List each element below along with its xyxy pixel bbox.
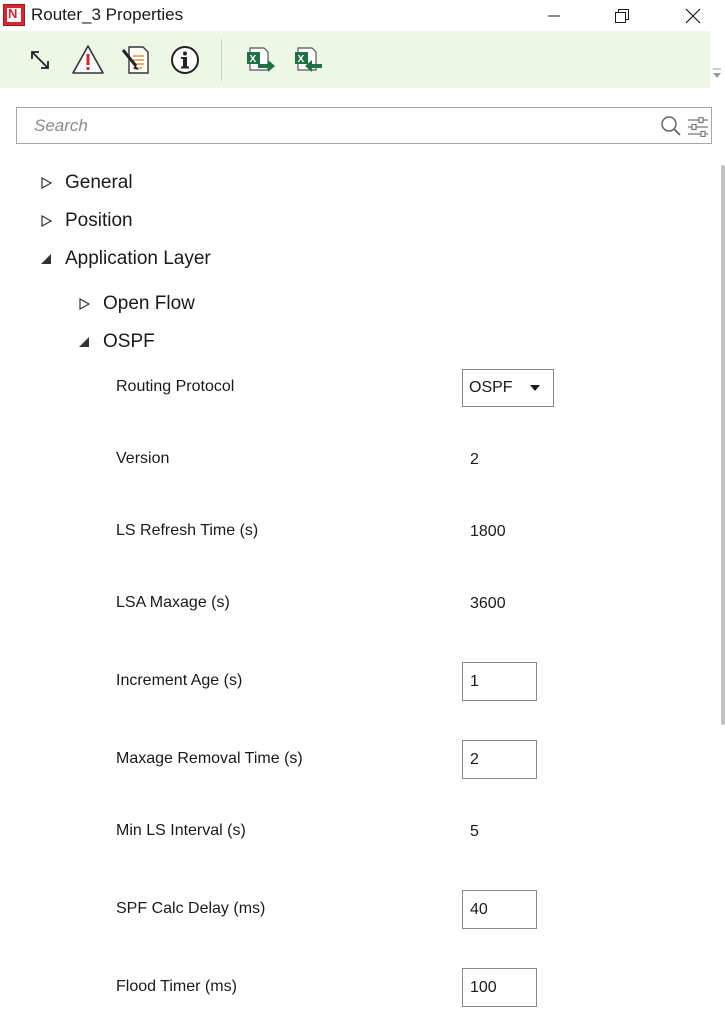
tree-node-application-layer[interactable]: Application Layer [39,246,211,272]
lsa-maxage-label: LSA Maxage (s) [116,594,230,611]
dropdown-arrow-icon [530,385,540,391]
maxage-removal-time-label: Maxage Removal Time (s) [116,750,303,767]
flood-timer-label: Flood Timer (ms) [116,978,237,995]
lsa-maxage-value: 3600 [470,595,506,612]
info-button[interactable] [165,40,205,80]
app-logo-icon: N [3,4,25,26]
search-input[interactable] [17,108,647,143]
maxage-removal-time-input[interactable] [462,740,537,779]
restore-button[interactable] [599,0,645,31]
excel-export-icon: X [247,47,275,72]
svg-text:X: X [298,54,305,65]
version-value: 2 [470,451,479,468]
warning-icon [72,45,104,74]
expand-arrow-icon[interactable] [39,176,53,190]
info-icon [171,46,199,74]
flood-timer-input[interactable] [462,968,537,1007]
tree-label: Application Layer [65,248,211,269]
routing-protocol-label: Routing Protocol [116,378,235,395]
expand-collapse-button[interactable] [20,40,60,80]
vertical-scrollbar-thumb[interactable] [721,165,725,725]
tree-label: OSPF [103,331,155,352]
routing-protocol-select[interactable]: OSPF [462,369,554,407]
spf-calc-delay-label: SPF Calc Delay (ms) [116,900,266,917]
tree-node-general[interactable]: General [39,170,133,196]
expand-collapse-icon [31,51,49,69]
version-label: Version [116,450,170,467]
close-icon [685,8,701,23]
tree-label: Open Flow [103,293,195,314]
svg-text:X: X [250,54,257,65]
close-button[interactable] [670,0,716,31]
toolbar-overflow[interactable] [710,31,725,88]
warning-button[interactable] [68,40,108,80]
toolbar: X X [0,31,710,88]
edit-document-icon [121,46,149,74]
increment-age-input[interactable] [462,662,537,701]
tree-label: General [65,172,133,193]
search-icon[interactable] [660,115,682,142]
excel-import-icon: X [295,47,322,72]
excel-import-button[interactable]: X [288,40,328,80]
tree-node-ospf[interactable]: OSPF [77,329,155,355]
minimize-button[interactable] [531,0,577,31]
app-logo-letter: N [8,6,18,21]
collapse-arrow-icon[interactable] [39,252,53,266]
tree-label: Position [65,210,133,231]
tree-node-position[interactable]: Position [39,208,133,234]
search-box [16,107,712,144]
tree-node-open-flow[interactable]: Open Flow [77,291,195,317]
min-ls-interval-value: 5 [470,823,479,840]
ls-refresh-time-label: LS Refresh Time (s) [116,522,259,539]
filter-settings-icon[interactable] [687,116,709,142]
excel-export-button[interactable]: X [240,40,280,80]
expand-arrow-icon[interactable] [39,214,53,228]
minimize-icon [548,15,560,16]
collapse-arrow-icon[interactable] [77,335,91,349]
edit-document-button[interactable] [116,40,156,80]
increment-age-label: Increment Age (s) [116,672,243,689]
restore-icon [615,8,629,23]
routing-protocol-value: OSPF [469,379,513,396]
spf-calc-delay-input[interactable] [462,890,537,929]
ls-refresh-time-value: 1800 [470,523,506,540]
expand-arrow-icon[interactable] [77,297,91,311]
toolbar-separator [221,39,222,81]
overflow-chevron-icon [713,68,721,78]
min-ls-interval-label: Min LS Interval (s) [116,822,246,839]
title-bar: N Router_3 Properties [0,0,725,31]
window-title: Router_3 Properties [31,5,184,24]
